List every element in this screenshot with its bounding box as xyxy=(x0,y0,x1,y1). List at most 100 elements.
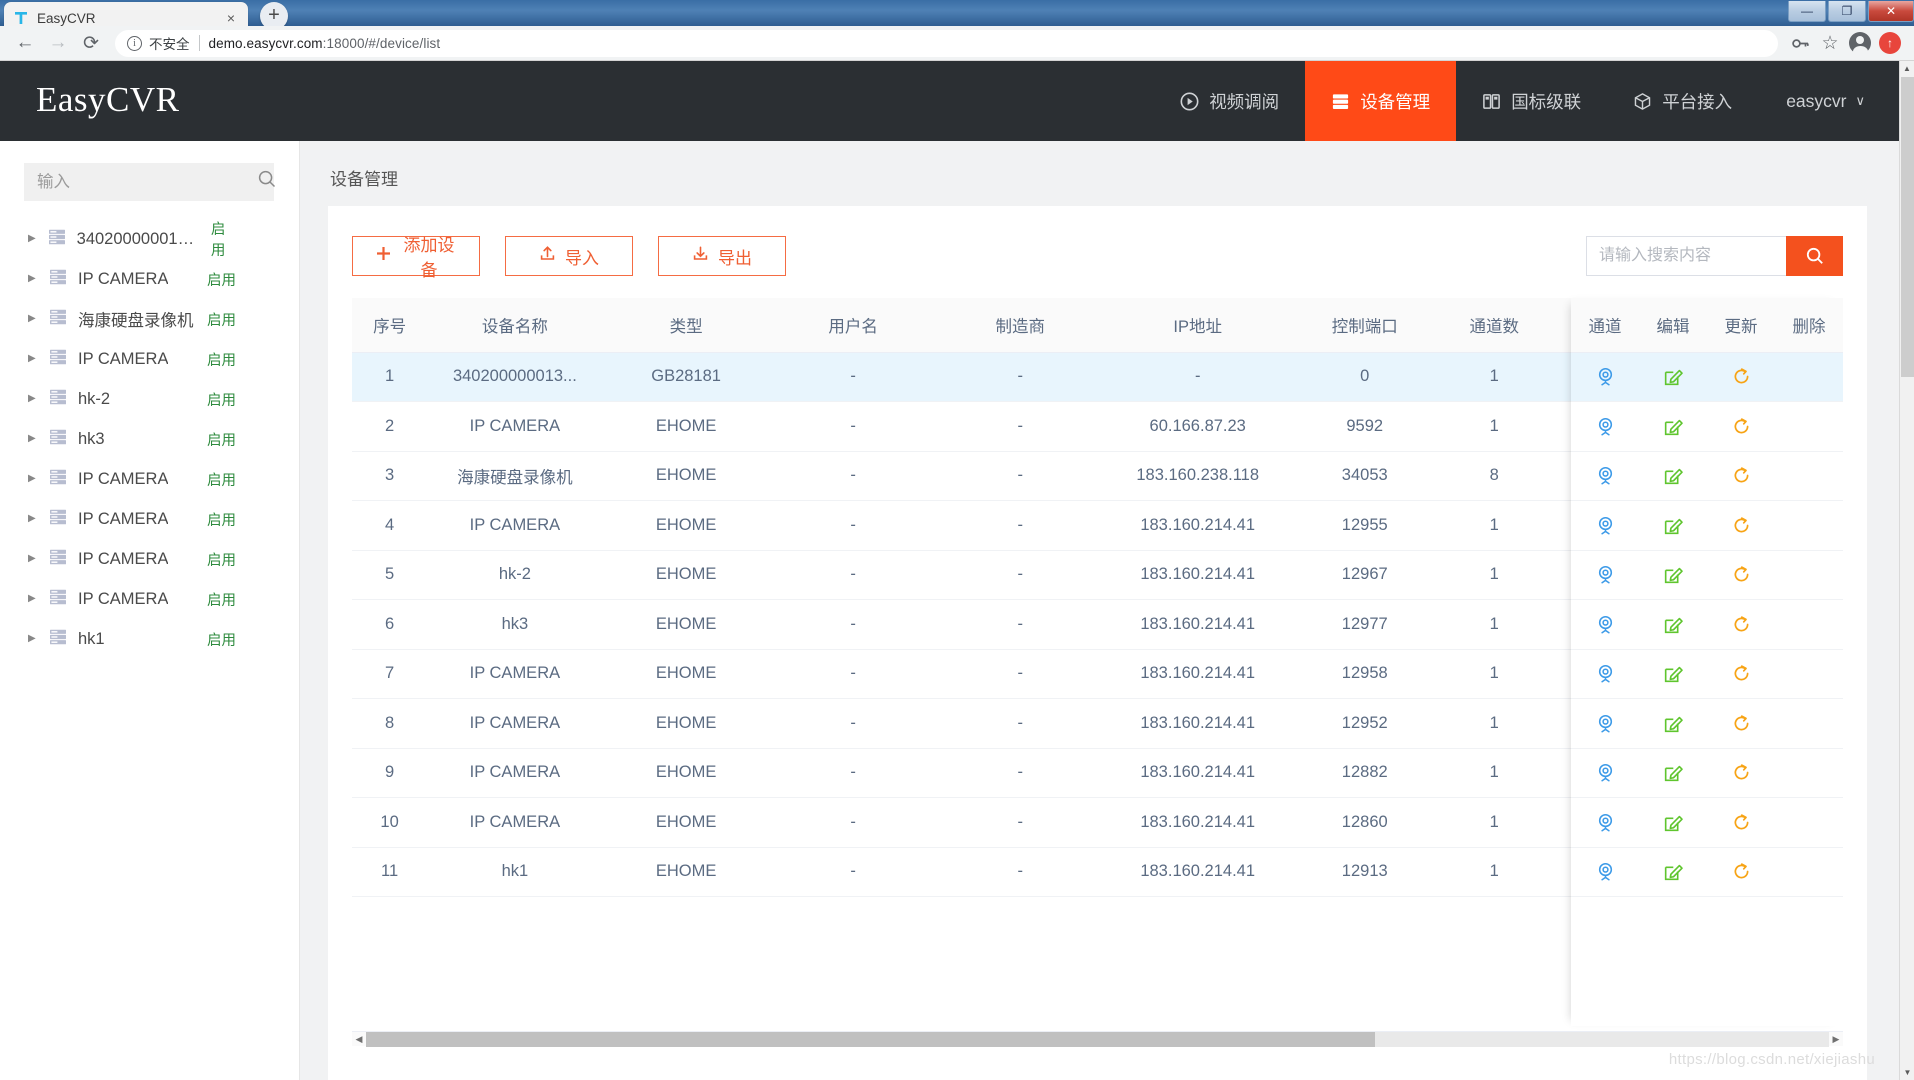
sidebar-search-input[interactable] xyxy=(37,172,257,192)
tab-close-icon[interactable]: × xyxy=(222,9,240,27)
device-search-button[interactable] xyxy=(1786,236,1843,276)
nav-item-device[interactable]: 设备管理 xyxy=(1305,61,1457,141)
page-scrollbar[interactable]: ▲ ▼ xyxy=(1899,61,1914,1080)
cell-channel-action[interactable] xyxy=(1550,847,1624,897)
tree-item[interactable]: ▶ hk1 启用 xyxy=(0,619,300,659)
cell-delete-action[interactable] xyxy=(1769,550,1843,600)
info-circle-icon[interactable]: i xyxy=(127,35,142,51)
chevron-right-icon[interactable]: ▶ xyxy=(28,434,38,444)
chevron-right-icon[interactable]: ▶ xyxy=(28,474,38,484)
cell-edit-action[interactable] xyxy=(1623,748,1697,798)
cell-edit-action[interactable] xyxy=(1623,599,1697,650)
cell-channel-action[interactable] xyxy=(1550,698,1624,749)
table-row[interactable]: 2 IP CAMERA EHOME - -60.166.87.23 9592 1 xyxy=(352,401,1843,452)
table-row[interactable]: 6 hk3 EHOME - -183.160.214.41 12977 1 xyxy=(352,599,1843,650)
profile-avatar-icon[interactable] xyxy=(1846,29,1874,57)
cell-refresh-action[interactable] xyxy=(1696,698,1770,749)
nav-item-video[interactable]: 视频调阅 xyxy=(1154,61,1305,141)
cell-channel-action[interactable] xyxy=(1550,401,1624,452)
table-row[interactable]: 11 hk1 EHOME - -183.160.214.41 12913 1 xyxy=(352,847,1843,897)
cell-refresh-action[interactable] xyxy=(1696,599,1770,650)
table-horizontal-scrollbar[interactable]: ◀ ▶ xyxy=(352,1031,1843,1047)
cell-channel-action[interactable] xyxy=(1550,797,1624,848)
cell-edit-action[interactable] xyxy=(1623,797,1697,848)
scroll-right-arrow-icon[interactable]: ▶ xyxy=(1829,1034,1843,1045)
tree-item[interactable]: ▶ IP CAMERA 启用 xyxy=(0,499,300,539)
cell-delete-action[interactable] xyxy=(1769,698,1843,749)
tree-item[interactable]: ▶ IP CAMERA 启用 xyxy=(0,339,300,379)
import-button[interactable]: 导入 xyxy=(505,236,633,276)
chevron-right-icon[interactable]: ▶ xyxy=(28,314,38,324)
tree-item[interactable]: ▶ IP CAMERA 启用 xyxy=(0,539,300,579)
cell-edit-action[interactable] xyxy=(1623,550,1697,600)
add-device-button[interactable]: 添加设备 xyxy=(352,236,480,280)
forward-icon[interactable]: → xyxy=(43,28,73,58)
nav-item-platform-access[interactable]: 平台接入 xyxy=(1607,61,1758,141)
scroll-left-arrow-icon[interactable]: ◀ xyxy=(352,1034,366,1045)
table-row[interactable]: 3 海康硬盘录像机 EHOME - -183.160.238.118 34053 8 xyxy=(352,451,1843,501)
chevron-right-icon[interactable]: ▶ xyxy=(28,234,37,244)
table-row[interactable]: 10 IP CAMERA EHOME - -183.160.214.41 12860 1 xyxy=(352,797,1843,848)
page-scrollbar-thumb[interactable] xyxy=(1901,77,1914,377)
cell-refresh-action[interactable] xyxy=(1696,352,1770,402)
cell-delete-action[interactable] xyxy=(1769,797,1843,848)
table-row[interactable]: 9 IP CAMERA EHOME - -183.160.214.41 12882 1 xyxy=(352,748,1843,798)
cell-edit-action[interactable] xyxy=(1623,352,1697,402)
cell-refresh-action[interactable] xyxy=(1696,550,1770,600)
password-key-icon[interactable] xyxy=(1786,29,1814,57)
tree-item[interactable]: ▶ hk3 启用 xyxy=(0,419,300,459)
cell-edit-action[interactable] xyxy=(1623,401,1697,452)
cell-refresh-action[interactable] xyxy=(1696,500,1770,551)
cell-refresh-action[interactable] xyxy=(1696,649,1770,699)
chevron-right-icon[interactable]: ▶ xyxy=(28,354,38,364)
cell-refresh-action[interactable] xyxy=(1696,401,1770,452)
address-bar[interactable]: i 不安全 demo.easycvr.com:18000/#/device/li… xyxy=(115,29,1778,57)
chevron-right-icon[interactable]: ▶ xyxy=(28,634,38,644)
chevron-right-icon[interactable]: ▶ xyxy=(28,394,38,404)
table-row[interactable]: 8 IP CAMERA EHOME - -183.160.214.41 12952 1 xyxy=(352,698,1843,749)
cell-refresh-action[interactable] xyxy=(1696,797,1770,848)
device-search-input[interactable] xyxy=(1586,236,1786,276)
scroll-down-arrow-icon[interactable]: ▼ xyxy=(1900,1065,1914,1080)
table-row[interactable]: 7 IP CAMERA EHOME - -183.160.214.41 12958 1 xyxy=(352,649,1843,699)
tree-item[interactable]: ▶ 海康硬盘录像机 启用 xyxy=(0,299,300,339)
scroll-up-arrow-icon[interactable]: ▲ xyxy=(1900,61,1914,76)
cell-delete-action[interactable] xyxy=(1769,847,1843,897)
cell-edit-action[interactable] xyxy=(1623,698,1697,749)
cell-channel-action[interactable] xyxy=(1550,649,1624,699)
tree-item[interactable]: ▶ IP CAMERA 启用 xyxy=(0,259,300,299)
chevron-right-icon[interactable]: ▶ xyxy=(28,594,38,604)
cell-delete-action[interactable] xyxy=(1769,401,1843,452)
cell-channel-action[interactable] xyxy=(1550,748,1624,798)
cell-refresh-action[interactable] xyxy=(1696,748,1770,798)
cell-edit-action[interactable] xyxy=(1623,500,1697,551)
cell-edit-action[interactable] xyxy=(1623,649,1697,699)
chevron-right-icon[interactable]: ▶ xyxy=(28,274,38,284)
cell-delete-action[interactable] xyxy=(1769,500,1843,551)
sidebar-search[interactable] xyxy=(24,163,276,201)
cell-channel-action[interactable] xyxy=(1550,599,1624,650)
reload-icon[interactable]: ⟳ xyxy=(76,28,106,58)
cell-channel-action[interactable] xyxy=(1550,352,1624,402)
back-icon[interactable]: ← xyxy=(10,28,40,58)
table-scroll-thumb[interactable] xyxy=(366,1031,1376,1047)
table-row[interactable]: 5 hk-2 EHOME - -183.160.214.41 12967 1 xyxy=(352,550,1843,600)
cell-channel-action[interactable] xyxy=(1550,451,1624,501)
cell-delete-action[interactable] xyxy=(1769,748,1843,798)
cell-delete-action[interactable] xyxy=(1769,599,1843,650)
export-button[interactable]: 导出 xyxy=(658,236,786,276)
cell-channel-action[interactable] xyxy=(1550,550,1624,600)
table-scroll-track[interactable] xyxy=(366,1031,1829,1047)
table-row[interactable]: 4 IP CAMERA EHOME - -183.160.214.41 12955 1 xyxy=(352,500,1843,551)
cell-delete-action[interactable] xyxy=(1769,352,1843,402)
cell-edit-action[interactable] xyxy=(1623,451,1697,501)
tree-item[interactable]: ▶ IP CAMERA 启用 xyxy=(0,579,300,619)
cell-refresh-action[interactable] xyxy=(1696,847,1770,897)
table-row[interactable]: 1 340200000013... GB28181- - -0 1 xyxy=(352,352,1843,402)
cell-channel-action[interactable] xyxy=(1550,500,1624,551)
cell-edit-action[interactable] xyxy=(1623,847,1697,897)
nav-item-gb-cascade[interactable]: 国标级联 xyxy=(1456,61,1607,141)
cell-refresh-action[interactable] xyxy=(1696,451,1770,501)
browser-update-icon[interactable]: ↑ xyxy=(1876,29,1904,57)
user-menu[interactable]: easycvr ∨ xyxy=(1758,61,1899,141)
